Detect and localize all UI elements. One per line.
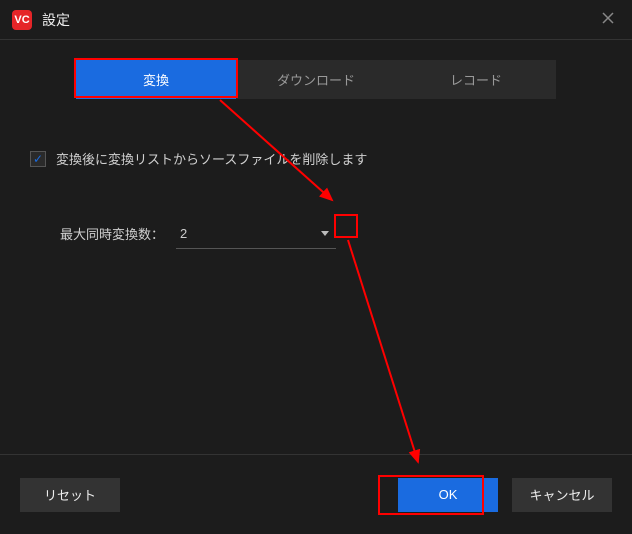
delete-source-label: 変換後に変換リストからソースファイルを削除します bbox=[56, 149, 367, 168]
title-bar: VC 設定 bbox=[0, 0, 632, 40]
max-concurrent-dropdown-button[interactable] bbox=[314, 222, 336, 244]
max-concurrent-label: 最大同時変換数： bbox=[60, 224, 164, 243]
reset-button[interactable]: リセット bbox=[20, 478, 120, 512]
max-concurrent-select[interactable]: 2 bbox=[176, 218, 336, 249]
cancel-button[interactable]: キャンセル bbox=[512, 478, 612, 512]
close-button[interactable] bbox=[594, 7, 622, 33]
delete-source-checkbox[interactable] bbox=[30, 151, 46, 167]
footer: リセット OK キャンセル bbox=[0, 454, 632, 534]
delete-source-row: 変換後に変換リストからソースファイルを削除します bbox=[30, 149, 602, 168]
tab-download[interactable]: ダウンロード bbox=[236, 60, 396, 99]
max-concurrent-value: 2 bbox=[176, 226, 187, 241]
max-concurrent-row: 最大同時変換数： 2 bbox=[60, 218, 602, 249]
tab-record[interactable]: レコード bbox=[396, 60, 556, 99]
settings-panel: 変換後に変換リストからソースファイルを削除します 最大同時変換数： 2 bbox=[0, 99, 632, 249]
app-icon: VC bbox=[12, 10, 32, 30]
window-title: 設定 bbox=[42, 10, 70, 30]
tabs: 変換 ダウンロード レコード bbox=[76, 60, 556, 99]
tab-convert[interactable]: 変換 bbox=[76, 60, 236, 99]
ok-button[interactable]: OK bbox=[398, 478, 498, 512]
chevron-down-icon bbox=[321, 231, 329, 236]
